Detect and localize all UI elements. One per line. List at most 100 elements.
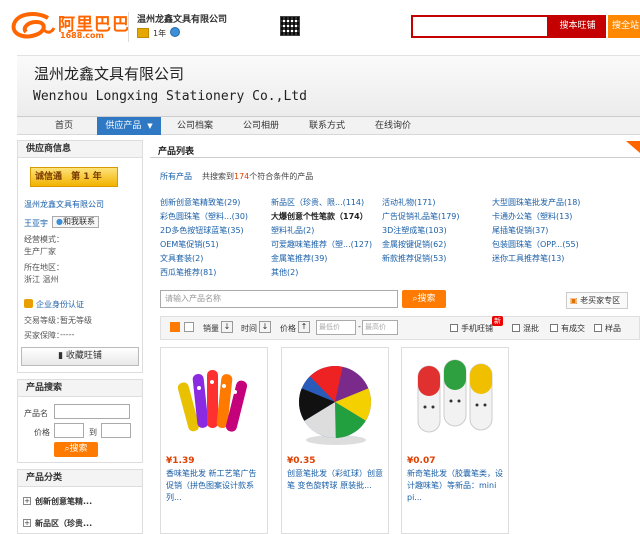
expand-icon[interactable]: +: [23, 519, 31, 527]
result-count-number: 174: [234, 172, 250, 181]
all-products-link[interactable]: 所有产品: [160, 171, 192, 182]
nav-products[interactable]: 供应产品 ▼: [97, 117, 161, 135]
category-link[interactable]: 大爆创意个性笔款（174）: [271, 211, 368, 222]
grid-view-icon[interactable]: [170, 322, 180, 332]
verify-link[interactable]: 企业身份认证: [36, 299, 84, 310]
shop-banner: 温州龙鑫文具有限公司 Wenzhou Longxing Stationery C…: [17, 55, 640, 116]
globe-icon[interactable]: [170, 27, 180, 37]
product-name-input[interactable]: [54, 404, 130, 419]
category-link[interactable]: 文具套装(2): [160, 253, 203, 264]
product-price: ¥1.39: [166, 456, 195, 466]
category-link[interactable]: 新品区（珍贵、限...(114): [271, 197, 364, 208]
nav-album[interactable]: 公司相册: [231, 117, 291, 135]
filter-mobile-label: 手机旺铺: [461, 324, 493, 333]
category-link[interactable]: 塑料礼品(2): [271, 225, 314, 236]
result-count-suffix: 个符合条件的产品: [249, 172, 314, 181]
search-input[interactable]: [411, 15, 549, 38]
member-year: 1年: [153, 29, 167, 38]
sort-time-arrow-icon[interactable]: ↓: [259, 321, 271, 333]
shop-nav: 首页 供应产品 ▼ 公司档案 公司相册 联系方式 在线询价: [17, 116, 640, 135]
price-to-input[interactable]: 最高价: [362, 320, 398, 335]
category-link[interactable]: 尾插笔促销(37): [492, 225, 548, 236]
favorite-shop-label: 收藏旺铺: [65, 351, 102, 361]
category-link[interactable]: 2D多色按钮球蓝笔(35): [160, 225, 244, 236]
category-link[interactable]: 金属笔推荐(39): [271, 253, 327, 264]
badge-text: 诚信通: [35, 172, 63, 182]
wangwang-icon: ●: [56, 217, 63, 226]
product-list-search-input[interactable]: 请输入产品名称: [160, 290, 398, 308]
filter-sample-checkbox[interactable]: [594, 324, 602, 332]
category-link[interactable]: 包装圆珠笔（OPP...(55): [492, 239, 579, 250]
qr-code-icon[interactable]: [280, 16, 300, 36]
nav-contact[interactable]: 联系方式: [297, 117, 357, 135]
sort-sales-arrow-icon[interactable]: ↓: [221, 321, 233, 333]
product-image-capsules[interactable]: [406, 352, 504, 450]
product-list-search-button[interactable]: ⌕搜索: [402, 290, 446, 308]
nav-products-label: 供应产品: [105, 121, 142, 131]
price-label: 价格: [34, 428, 50, 437]
favorite-shop-button[interactable]: ▮ 收藏旺铺: [21, 347, 139, 366]
biz-model-value: 生产厂家: [24, 247, 56, 256]
verify-icon: [24, 299, 33, 308]
nav-profile[interactable]: 公司档案: [165, 117, 225, 135]
list-view-icon[interactable]: [184, 322, 194, 332]
contact-name[interactable]: 王亚宇: [24, 218, 48, 229]
contact-me-button[interactable]: ●和我联系: [52, 216, 99, 228]
biz-model-label: 经营模式：: [24, 235, 64, 244]
category-link[interactable]: 彩色圆珠笔（塑料...(30): [160, 211, 248, 222]
category-link[interactable]: 活动礼物(171): [382, 197, 436, 208]
product-card[interactable]: ¥1.39 香味笔批发 新工艺笔广告促销（拼色图案设计款系列...: [160, 347, 268, 534]
chevron-down-icon: ▼: [147, 122, 153, 130]
nav-home[interactable]: 首页: [37, 117, 91, 135]
sort-time-label[interactable]: 时间: [241, 323, 257, 334]
old-buyer-button[interactable]: ▣ 老买家专区: [566, 292, 628, 309]
category-item-1[interactable]: 创新创意笔精...: [35, 496, 92, 507]
filter-traded-label: 有成交: [561, 324, 585, 333]
search-site-button[interactable]: 搜全站: [608, 15, 640, 38]
old-buyer-label: 老买家专区: [580, 296, 621, 305]
filter-traded-checkbox[interactable]: [550, 324, 558, 332]
filter-sample-label: 样品: [605, 324, 621, 333]
filter-mixed-checkbox[interactable]: [512, 324, 520, 332]
banner-title-cn: 温州龙鑫文具有限公司: [34, 65, 185, 83]
supplier-company-link[interactable]: 温州龙鑫文具有限公司: [24, 199, 104, 210]
category-link[interactable]: 新款推荐促销(53): [382, 253, 446, 264]
category-link[interactable]: 大型圆珠笔批发产品(18): [492, 197, 580, 208]
product-card[interactable]: ¥0.35 创意笔批发（彩虹球）创意笔 变色旋转球 原装批...: [281, 347, 389, 534]
expand-icon[interactable]: +: [23, 497, 31, 505]
category-link[interactable]: 西瓜笔推荐(81): [160, 267, 216, 278]
category-link[interactable]: 创新创意笔精致笔(29): [160, 197, 240, 208]
product-image-ball[interactable]: [286, 352, 384, 450]
chengxintong-badge[interactable]: 诚信通 第 1 年: [30, 167, 118, 187]
category-link[interactable]: 可爱趣味笔推荐（塑...(127): [271, 239, 372, 250]
filter-mobile-checkbox[interactable]: [450, 324, 458, 332]
price-min-input[interactable]: [54, 423, 84, 438]
price-max-input[interactable]: [101, 423, 131, 438]
alibaba-logo-url[interactable]: 1688.com: [60, 31, 104, 40]
category-link[interactable]: 卡通办公笔（塑料(13): [492, 211, 572, 222]
category-link[interactable]: 3D注塑成笔(103): [382, 225, 447, 236]
product-title[interactable]: 香味笔批发 新工艺笔广告促销（拼色图案设计款系列...: [166, 468, 264, 504]
header-company-name[interactable]: 温州龙鑫文具有限公司: [137, 12, 227, 25]
product-image-pens[interactable]: [165, 352, 263, 450]
category-link[interactable]: 金属按键促销(62): [382, 239, 446, 250]
sort-price-label[interactable]: 价格: [280, 323, 296, 334]
search-shop-button[interactable]: 搜本旺铺: [549, 15, 606, 38]
alibaba-logo-icon[interactable]: [8, 10, 56, 42]
category-link[interactable]: 其他(2): [271, 267, 298, 278]
sort-sales-label[interactable]: 销量: [203, 323, 219, 334]
category-item-2[interactable]: 新品区（珍贵...: [35, 518, 92, 529]
sort-price-arrow-icon[interactable]: ↑: [298, 321, 310, 333]
product-title[interactable]: 创意笔批发（彩虹球）创意笔 变色旋转球 原装批...: [287, 468, 385, 492]
product-list-search-label: 搜索: [417, 294, 436, 304]
location-value: 浙江 温州: [24, 275, 59, 284]
price-from-input[interactable]: 最低价: [316, 320, 356, 335]
category-link[interactable]: 迷你工具推荐笔(13): [492, 253, 564, 264]
new-badge: 新: [492, 316, 503, 326]
product-title[interactable]: 新奇笔批发（胶囊笔类，设计趣味笔）等新品：mini pi...: [407, 468, 505, 504]
nav-inquiry[interactable]: 在线询价: [363, 117, 423, 135]
product-card[interactable]: ¥0.07 新奇笔批发（胶囊笔类，设计趣味笔）等新品：mini pi...: [401, 347, 509, 534]
left-search-button[interactable]: ⌕搜索: [54, 442, 98, 457]
category-link[interactable]: OEM笔促销(51): [160, 239, 219, 250]
category-link[interactable]: 广告促销礼品笔(179): [382, 211, 460, 222]
